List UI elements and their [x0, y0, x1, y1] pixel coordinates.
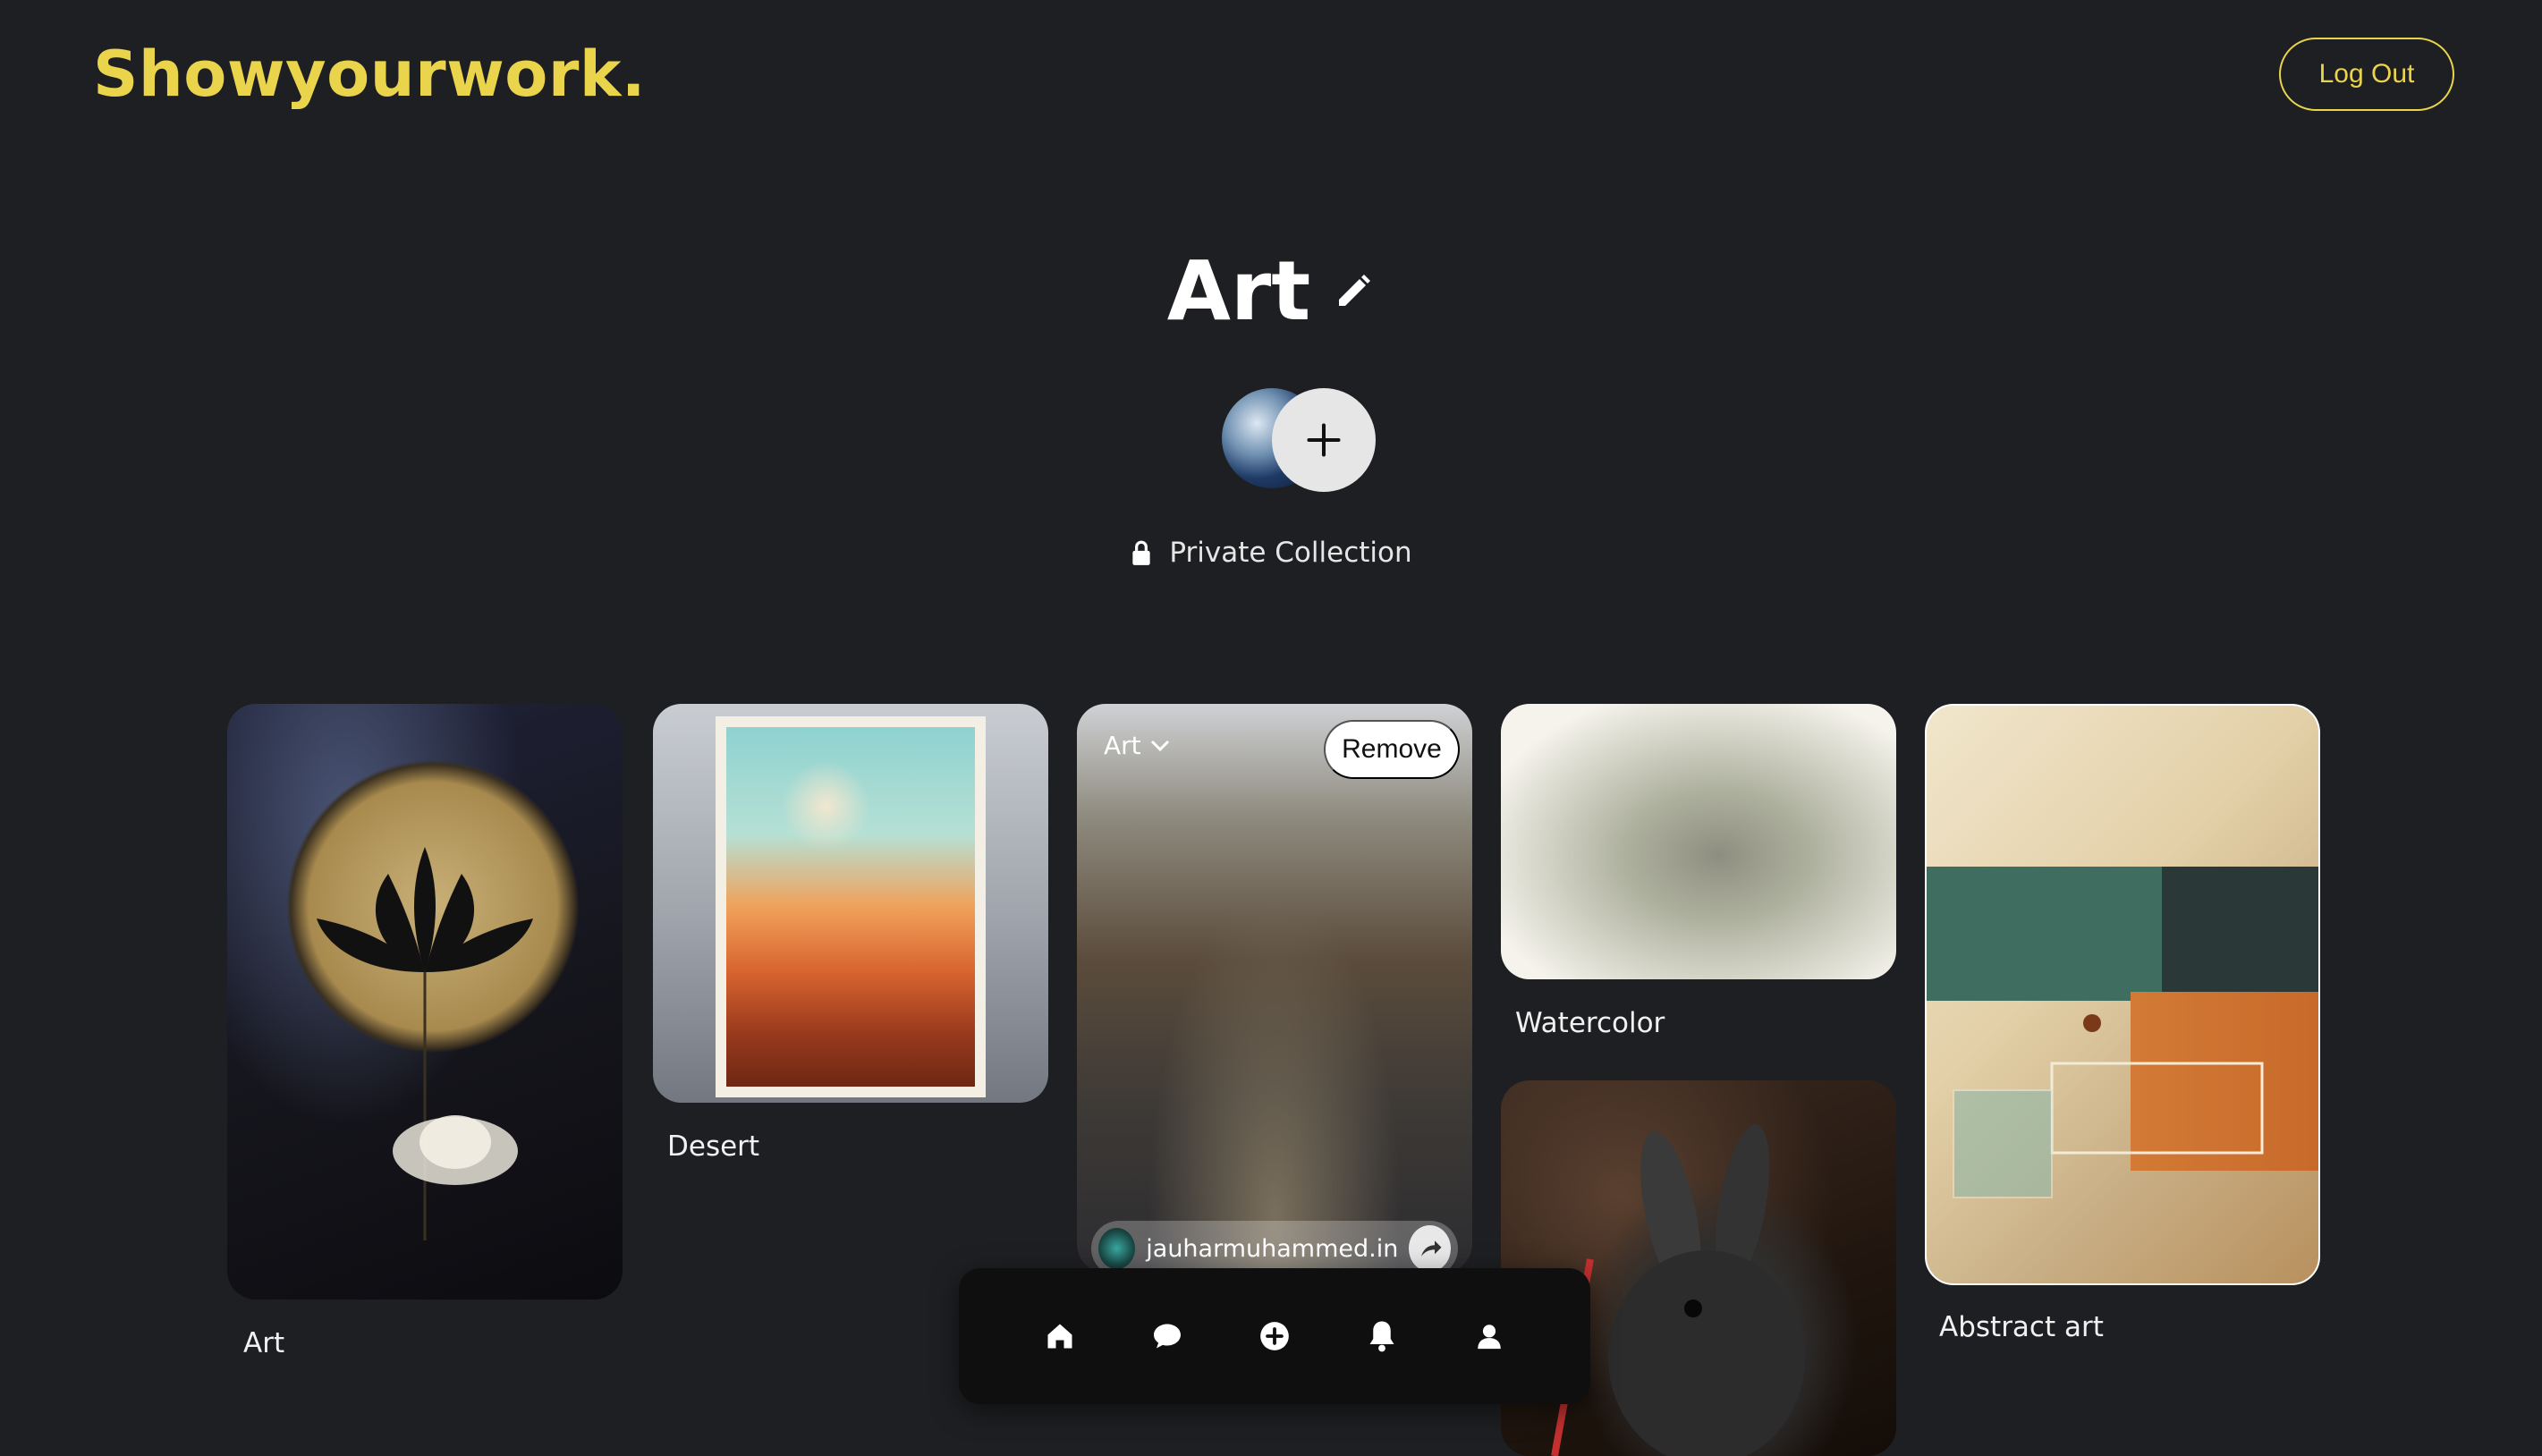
collection-title: Art [1166, 243, 1311, 339]
pin-card-desert[interactable] [653, 704, 1048, 1103]
pin-card-art[interactable] [227, 704, 623, 1299]
pin-card-street[interactable]: Art Remove jauharmuhammed.in [1077, 704, 1472, 1273]
lotus-artwork [317, 847, 533, 1240]
plus-icon [1307, 423, 1341, 457]
profile-icon [1478, 1325, 1501, 1350]
chevron-down-icon [1150, 740, 1169, 751]
create-button[interactable] [1255, 1316, 1294, 1356]
pin-label[interactable]: Watercolor [1515, 1007, 1665, 1039]
add-collaborator-button[interactable] [1272, 388, 1376, 492]
privacy-status: Private Collection [0, 537, 2542, 569]
remove-button[interactable]: Remove [1324, 720, 1460, 779]
author-avatar [1098, 1228, 1136, 1269]
collaborators [1222, 388, 1383, 492]
privacy-label: Private Collection [1169, 537, 1412, 569]
messages-button[interactable] [1148, 1316, 1187, 1356]
pin-label[interactable]: Art [243, 1327, 284, 1359]
abstract-artwork [1953, 1014, 2264, 1198]
chat-icon [1154, 1324, 1181, 1349]
logout-button[interactable]: Log Out [2279, 38, 2454, 111]
profile-button[interactable] [1470, 1316, 1509, 1356]
pin-label[interactable]: Desert [667, 1130, 759, 1163]
notifications-button[interactable] [1362, 1316, 1402, 1356]
add-icon [1260, 1322, 1289, 1350]
share-icon [1420, 1240, 1442, 1257]
pin-label[interactable]: Abstract art [1939, 1311, 2104, 1343]
share-button[interactable] [1409, 1225, 1451, 1272]
pin-card-watercolor[interactable] [1501, 704, 1896, 979]
bottom-nav [959, 1268, 1590, 1404]
lock-icon [1132, 540, 1151, 565]
home-icon [1047, 1324, 1072, 1349]
board-select[interactable]: Art [1104, 731, 1170, 760]
pencil-icon[interactable] [1332, 270, 1375, 313]
brand-logo[interactable]: Showyourwork. [93, 38, 646, 111]
author-name: jauharmuhammed.in [1146, 1234, 1399, 1263]
collection-header: Art [0, 250, 2542, 333]
pin-card-abstract[interactable] [1925, 704, 2320, 1285]
board-select-label: Art [1104, 731, 1141, 760]
home-button[interactable] [1040, 1316, 1080, 1356]
desert-poster [716, 716, 986, 1097]
bell-icon [1369, 1321, 1394, 1352]
author-chip[interactable]: jauharmuhammed.in [1091, 1221, 1458, 1273]
